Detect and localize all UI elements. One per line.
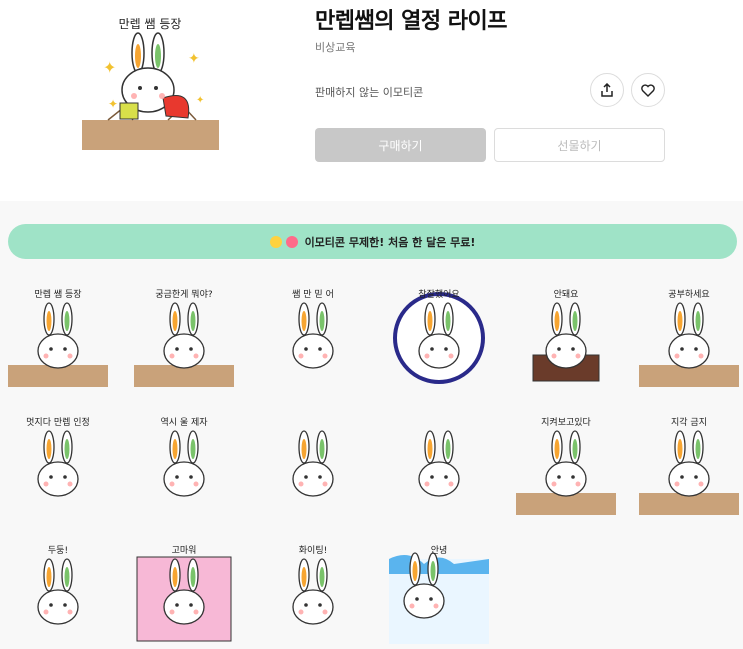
sticker-caption: 화이팅!	[299, 545, 327, 556]
sticker-image: 지켜보고있다	[516, 416, 616, 515]
sticker-item[interactable]: 고마워	[129, 539, 239, 649]
sticker-image: 궁금한게 뭐야?	[134, 288, 234, 387]
sticker-caption: 안돼요	[554, 289, 579, 300]
sticker-image: 만렙 쌤 등장	[8, 288, 108, 387]
sticker-caption: 두둥!	[48, 545, 68, 556]
sticker-caption: 참잘했어요	[418, 288, 459, 300]
sticker-item[interactable]: 지각 금지	[634, 411, 743, 521]
sticker-image: 안돼요	[532, 289, 600, 382]
share-icon	[601, 83, 613, 97]
sticker-caption: 멋지다 만렙 인정	[26, 416, 90, 428]
sticker-caption: 고마워	[172, 545, 197, 556]
svg-text:✦: ✦	[103, 58, 116, 77]
sticker-image: 역시 울 제자	[160, 417, 208, 497]
sticker-item[interactable]: 만렙 쌤 등장	[3, 283, 113, 393]
smile-icon	[269, 235, 282, 248]
hero-caption: 만렙 쌤 등장	[119, 17, 182, 31]
sticker-item[interactable]: 지켜보고있다	[511, 411, 621, 521]
sticker-caption: 궁금한게 뭐야?	[155, 288, 213, 300]
promo-banner[interactable]: 이모티콘 무제한! 처음 한 달은 무료!	[8, 224, 737, 259]
sticker-image: 화이팅!	[292, 545, 334, 625]
sticker-item[interactable]: 안녕	[384, 539, 494, 649]
sticker-image: 두둥!	[37, 545, 79, 625]
publisher-name[interactable]: 비상교육	[315, 39, 355, 55]
sticker-item[interactable]	[384, 411, 494, 521]
sticker-image	[292, 430, 334, 497]
emoticon-gallery: 이모티콘 무제한! 처음 한 달은 무료! 만렙 쌤 등장 궁금한게 뭐야? 쌤 만…	[0, 201, 743, 649]
sticker-image: 고마워	[136, 545, 232, 642]
sticker-item[interactable]: 멋지다 만렙 인정	[3, 411, 113, 521]
sticker-image: 쌤 만 믿 어	[292, 288, 334, 369]
sticker-item[interactable]: 쌤 만 믿 어	[258, 283, 368, 393]
sticker-image: 멋지다 만렙 인정	[26, 416, 90, 497]
like-button[interactable]	[631, 73, 665, 107]
sticker-item[interactable]: 공부하세요	[634, 283, 743, 393]
sticker-item[interactable]: 안돼요	[511, 283, 621, 393]
share-button[interactable]	[590, 73, 624, 107]
gift-button[interactable]: 선물하기	[494, 128, 665, 162]
svg-text:✦: ✦	[196, 95, 204, 106]
sticker-caption: 만렙 쌤 등장	[34, 288, 81, 300]
sticker-caption: 지각 금지	[671, 416, 707, 428]
sticker-image	[418, 430, 460, 497]
svg-text:✦: ✦	[188, 51, 200, 67]
sticker-item[interactable]: 화이팅!	[258, 539, 368, 649]
sticker-caption: 안녕	[431, 545, 448, 556]
promo-text: 이모티콘 무제한! 처음 한 달은 무료!	[304, 235, 476, 249]
sticker-image: 안녕	[389, 545, 489, 644]
buy-button[interactable]: 구매하기	[315, 128, 486, 162]
svg-text:✦: ✦	[108, 97, 118, 111]
sticker-image: 참잘했어요	[393, 288, 485, 384]
sticker-caption: 쌤 만 믿 어	[292, 288, 334, 300]
product-title: 만렙쌤의 열정 라이프	[315, 9, 507, 34]
heart-icon	[641, 83, 655, 97]
emoticon-hero-image: 만렙 쌤 등장 ✦ ✦ ✦ ✦	[78, 8, 223, 153]
sticker-item[interactable]: 두둥!	[3, 539, 113, 649]
sticker-item[interactable]: 궁금한게 뭐야?	[129, 283, 239, 393]
sticker-image: 공부하세요	[639, 289, 739, 387]
sticker-caption: 지켜보고있다	[541, 416, 591, 428]
sale-status: 판매하지 않는 이모티콘	[315, 86, 424, 99]
sticker-item[interactable]: 역시 울 제자	[129, 411, 239, 521]
sticker-item[interactable]	[258, 411, 368, 521]
sticker-image: 지각 금지	[639, 416, 739, 515]
sticker-caption: 공부하세요	[668, 289, 709, 300]
sticker-item[interactable]: 참잘했어요	[384, 283, 494, 393]
plus-badge-icon	[285, 235, 298, 248]
sticker-caption: 역시 울 제자	[160, 417, 208, 428]
